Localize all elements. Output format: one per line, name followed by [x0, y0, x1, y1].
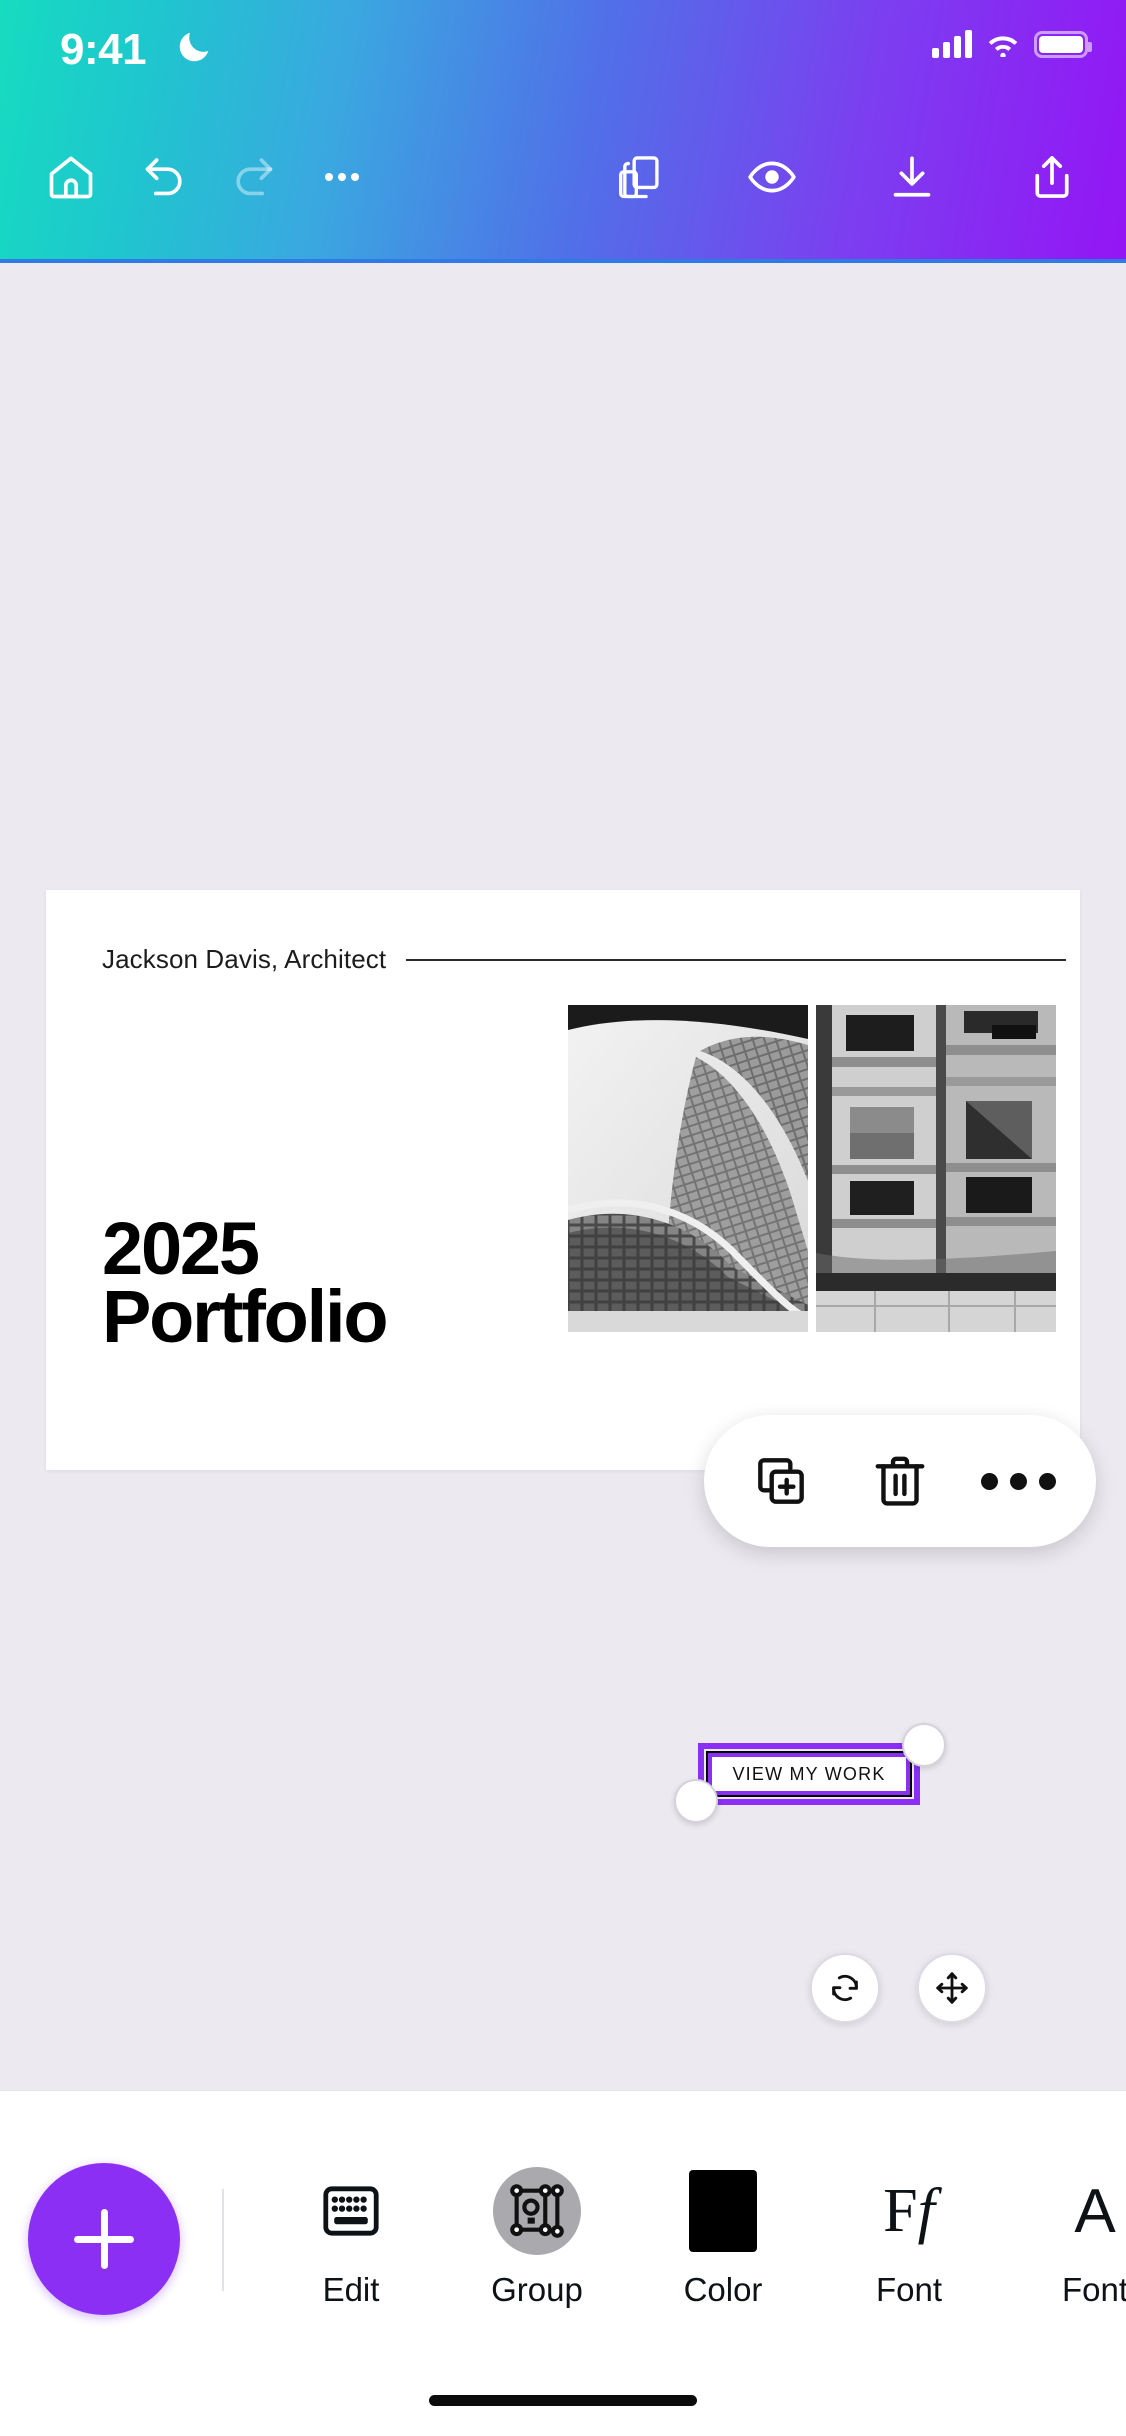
- element-context-menu[interactable]: [704, 1415, 1096, 1547]
- duplicate-button[interactable]: [733, 1433, 829, 1529]
- bottom-item-color-label: Color: [683, 2271, 763, 2308]
- view-my-work-button[interactable]: VIEW MY WORK: [706, 1751, 912, 1797]
- trash-icon: [875, 1456, 925, 1506]
- move-button[interactable]: [917, 1953, 987, 2023]
- color-swatch-icon: [689, 2170, 757, 2252]
- redo-icon: [236, 158, 273, 196]
- design-page[interactable]: Jackson Davis, Architect 2025 Portfolio: [46, 890, 1080, 1470]
- moon-icon: [179, 32, 209, 62]
- bottom-toolbar: Edit Group Color Ff Font A Font: [0, 2090, 1126, 2436]
- view-my-work-element[interactable]: VIEW MY WORK: [674, 1723, 946, 1823]
- preview-button[interactable]: [726, 131, 818, 223]
- resize-handle-bottom-left[interactable]: [674, 1779, 718, 1823]
- pages-button[interactable]: [594, 131, 686, 223]
- top-gradient-bar: 9:41: [0, 0, 1126, 264]
- group-icon-wrap: [493, 2161, 581, 2261]
- font-size-a-icon: A: [1074, 2176, 1116, 2246]
- bottom-toolbar-items: Edit Group Color Ff Font A Font: [258, 2161, 1126, 2309]
- photo-building-windows[interactable]: [816, 1005, 1056, 1332]
- view-my-work-label: VIEW MY WORK: [732, 1763, 886, 1784]
- pages-icon: [619, 156, 659, 199]
- wifi-icon: [988, 36, 1018, 57]
- battery-icon: [1034, 30, 1092, 58]
- status-bar-clock: 9:41: [60, 25, 147, 74]
- cellular-signal-icon: [932, 30, 972, 58]
- rotate-icon: [832, 1974, 858, 2002]
- design-horizontal-rule: [406, 959, 1066, 961]
- bottom-item-font-size[interactable]: A Font: [1002, 2161, 1126, 2309]
- keyboard-icon: [323, 2186, 379, 2236]
- group-select-icon: [493, 2167, 581, 2255]
- status-bar: 9:41: [0, 0, 1126, 95]
- add-element-button[interactable]: [28, 2163, 180, 2315]
- toolbar-more-button[interactable]: [296, 131, 388, 223]
- undo-button[interactable]: [118, 131, 210, 223]
- home-indicator[interactable]: [429, 2395, 697, 2406]
- group-select-glyph: [510, 2184, 564, 2238]
- design-title[interactable]: 2025 Portfolio: [102, 1207, 389, 1359]
- edit-icon-wrap: [315, 2161, 387, 2261]
- canva-editor-screen: 9:41 Jackson Davis, Architect 2025 Portf…: [0, 0, 1126, 2436]
- redo-button[interactable]: [208, 131, 300, 223]
- undo-icon: [145, 158, 182, 196]
- bottom-item-color[interactable]: Color: [630, 2161, 816, 2309]
- bottom-item-font-label: Font: [875, 2271, 943, 2308]
- toolbar-divider: [222, 2189, 224, 2291]
- font-size-icon-wrap: A: [1074, 2161, 1115, 2261]
- photo-building-windows-image: [816, 1005, 1056, 1332]
- editor-toolbar: [0, 95, 1126, 260]
- bottom-item-group-label: Group: [491, 2271, 583, 2308]
- share-icon: [1035, 156, 1069, 198]
- font-icon-wrap: Ff: [883, 2161, 935, 2261]
- home-button[interactable]: [25, 131, 117, 223]
- duplicate-icon: [758, 1458, 805, 1504]
- color-icon-wrap: [689, 2161, 757, 2261]
- download-icon: [893, 156, 931, 197]
- design-title-line-1: 2025: [102, 1207, 260, 1290]
- canvas-area[interactable]: Jackson Davis, Architect 2025 Portfolio: [0, 263, 1126, 2090]
- share-button[interactable]: [1006, 131, 1098, 223]
- bottom-item-group[interactable]: Group: [444, 2161, 630, 2309]
- design-title-line-2: Portfolio: [102, 1275, 389, 1359]
- context-more-button[interactable]: [971, 1433, 1067, 1529]
- more-horizontal-icon: [324, 172, 360, 182]
- status-bar-indicators: [932, 30, 1092, 58]
- plus-icon-vertical: [100, 2209, 108, 2269]
- home-icon: [49, 156, 93, 199]
- bottom-item-edit[interactable]: Edit: [258, 2161, 444, 2309]
- download-button[interactable]: [866, 131, 958, 223]
- more-horizontal-icon: [981, 1472, 1057, 1490]
- bottom-item-font[interactable]: Ff Font: [816, 2161, 1002, 2309]
- resize-handle-top-right[interactable]: [902, 1723, 946, 1767]
- photo-curved-facade[interactable]: [568, 1005, 808, 1332]
- bottom-item-edit-label: Edit: [322, 2271, 380, 2308]
- font-ff-icon: Ff: [883, 2176, 935, 2245]
- photo-curved-facade-image: [568, 1005, 808, 1332]
- move-arrows-icon: [936, 1972, 968, 2004]
- design-byline[interactable]: Jackson Davis, Architect: [102, 944, 386, 975]
- delete-button[interactable]: [852, 1433, 948, 1529]
- eye-icon: [748, 161, 796, 193]
- bottom-item-font-size-label: Font: [1061, 2271, 1126, 2308]
- rotate-button[interactable]: [810, 1953, 880, 2023]
